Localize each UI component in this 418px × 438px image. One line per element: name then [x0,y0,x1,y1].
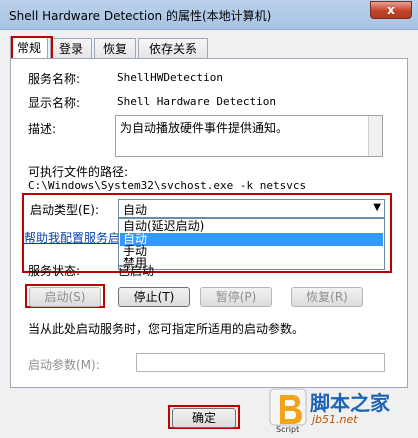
watermark: Script 脚本之家 jb51.net [268,383,418,438]
pause-button[interactable]: 暂停(P) [200,287,272,307]
tab-label: 登录 [58,42,83,56]
close-icon: x [387,3,395,17]
option-disabled[interactable]: 禁用 [120,257,383,270]
tab-label: 恢复 [102,42,127,56]
service-status-label: 服务状态: [28,264,81,278]
help-link[interactable]: 帮助我配置服务启动 [24,229,132,246]
chevron-down-icon: ▼ [373,202,381,213]
start-params-input[interactable] [136,353,385,372]
window-title: Shell Hardware Detection 的属性(本地计算机) [9,9,272,23]
exe-path-value: C:\Windows\System32\svchost.exe -k netsv… [28,179,307,192]
option-auto-delayed[interactable]: 自动(延迟启动) [120,220,383,233]
tab-logon[interactable]: 登录 [50,38,92,60]
description-label: 描述: [28,122,57,136]
ok-button[interactable]: 确定 [172,408,236,428]
startup-type-value: 自动 [123,203,148,217]
title-bar: Shell Hardware Detection 的属性(本地计算机) x [0,0,418,30]
startup-type-select[interactable]: 自动 ▼ [118,199,385,218]
startup-type-label: 启动类型(E): [30,203,99,217]
stop-button[interactable]: 停止(T) [118,287,190,307]
startup-dropdown: 自动(延迟启动) 自动 手动 禁用 [118,218,385,270]
tab-label: 依存关系 [148,42,197,56]
tab-highlight [11,36,53,60]
display-name-label: 显示名称: [28,96,81,110]
brand-text: 脚本之家 [310,391,390,415]
site-text: jb51.net [312,413,358,426]
description-scrollbar[interactable] [368,116,382,156]
service-status-value: 已启动 [118,264,155,278]
resume-button[interactable]: 恢复(R) [291,287,363,307]
description-text: 为自动播放硬件事件提供通知。 [120,121,289,135]
tab-recovery[interactable]: 恢复 [94,38,136,60]
start-button[interactable]: 启动(S) [29,287,101,307]
description-box[interactable]: 为自动播放硬件事件提供通知。 [115,115,383,157]
script-label: Script [276,425,300,434]
hint-text: 当从此处启动服务时，您可指定所适用的启动参数。 [28,322,305,336]
close-button[interactable]: x [370,1,412,19]
tab-dependencies[interactable]: 依存关系 [138,38,208,60]
start-params-label: 启动参数(M): [28,358,100,372]
display-name-value: Shell Hardware Detection [117,95,276,108]
service-name-label: 服务名称: [28,72,81,86]
service-name-value: ShellHWDetection [117,71,223,84]
exe-path-label: 可执行文件的路径: [28,165,129,179]
